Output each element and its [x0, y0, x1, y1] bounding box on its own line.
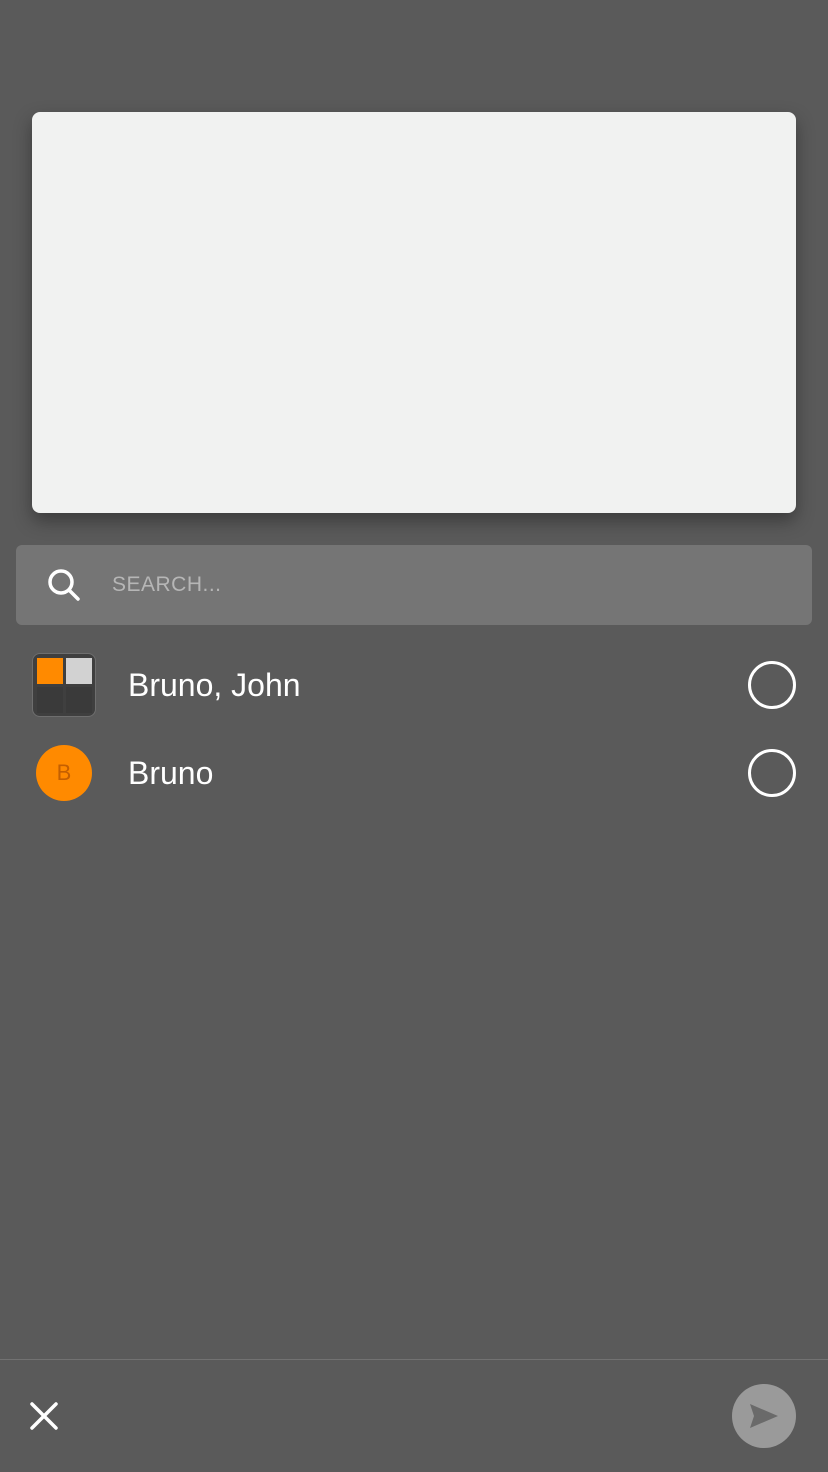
close-icon[interactable] [24, 1396, 64, 1436]
select-radio[interactable] [748, 661, 796, 709]
contact-name: Bruno, John [128, 667, 301, 703]
search-input[interactable] [112, 545, 792, 625]
search-bar[interactable] [16, 545, 812, 625]
group-avatar [32, 653, 96, 717]
share-preview-card [32, 112, 796, 513]
contact-row[interactable]: B Bruno [0, 729, 828, 817]
avatar-tile [66, 658, 92, 684]
contact-name: Bruno [128, 755, 214, 791]
bottom-action-bar [0, 1359, 828, 1472]
avatar: B [36, 745, 92, 801]
send-icon [750, 1404, 778, 1428]
search-icon [46, 567, 82, 603]
send-button[interactable] [732, 1384, 796, 1448]
avatar-tile [66, 687, 92, 713]
avatar-tile [37, 687, 63, 713]
select-radio[interactable] [748, 749, 796, 797]
contact-row[interactable]: Bruno, John [0, 641, 828, 729]
avatar-tile [37, 658, 63, 684]
